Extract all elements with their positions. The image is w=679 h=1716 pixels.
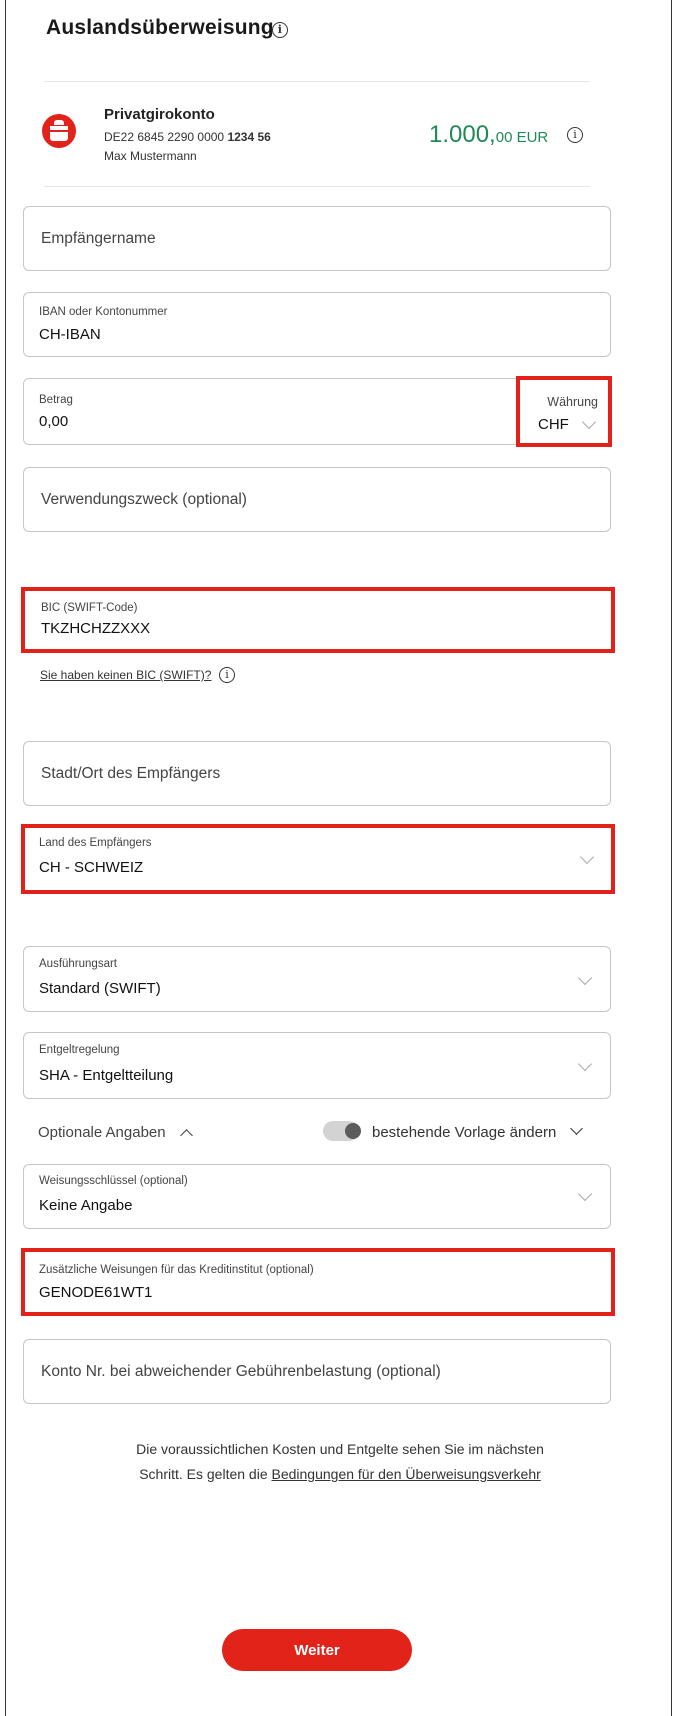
amount-value: 0,00 [39, 413, 69, 430]
iban-value: CH-IBAN [39, 326, 101, 343]
alt-fee-account-placeholder: Konto Nr. bei abweichender Gebührenbelas… [41, 1363, 441, 1380]
next-button[interactable]: Weiter [222, 1629, 412, 1671]
sparkasse-logo-icon [42, 114, 76, 148]
currency-select[interactable]: Währung CHF [518, 379, 612, 446]
city-placeholder: Stadt/Ort des Empfängers [41, 765, 221, 782]
page-title-text: Auslandsüberweisung [46, 16, 274, 39]
execution-label: Ausführungsart [39, 958, 117, 970]
bic-value: TKZHCHZZXXX [41, 620, 151, 637]
country-label: Land des Empfängers [39, 837, 152, 849]
currency-value: CHF [538, 416, 569, 433]
instruction-key-label: Weisungsschlüssel (optional) [39, 1175, 188, 1187]
fees-select[interactable]: Entgeltregelung SHA - Entgeltteilung [23, 1032, 611, 1099]
costs-note: Die voraussichtlichen Kosten und Entgelt… [136, 1441, 544, 1482]
bic-label: BIC (SWIFT-Code) [41, 602, 138, 614]
fees-label: Entgeltregelung [39, 1044, 120, 1056]
amount-label: Betrag [39, 394, 73, 406]
template-toggle-label: bestehende Vorlage ändern [372, 1124, 557, 1141]
account-holder: Max Mustermann [104, 149, 197, 163]
toggle-knob [345, 1123, 361, 1139]
chevron-down-icon [577, 970, 593, 986]
account-name: Privatgirokonto [104, 106, 215, 123]
chevron-down-icon [579, 849, 595, 865]
chevron-down-icon [581, 414, 597, 430]
instruction-key-value: Keine Angabe [39, 1197, 133, 1214]
additional-instructions-input[interactable]: Zusätzliche Weisungen für das Kreditinst… [23, 1250, 611, 1314]
iban-label: IBAN oder Kontonummer [39, 306, 168, 318]
city-input[interactable]: Stadt/Ort des Empfängers [23, 741, 611, 806]
bic-info-icon[interactable]: i [219, 667, 235, 683]
chevron-down-icon [577, 1186, 593, 1202]
template-toggle-switch[interactable] [323, 1121, 361, 1141]
iban-input[interactable]: IBAN oder Kontonummer CH-IBAN [23, 292, 611, 357]
execution-select[interactable]: Ausführungsart Standard (SWIFT) [23, 946, 611, 1012]
alt-fee-account-input[interactable]: Konto Nr. bei abweichender Gebührenbelas… [23, 1339, 611, 1404]
divider [44, 81, 590, 82]
account-balance: 1.000,00 EUR [429, 121, 549, 148]
no-bic-link[interactable]: Sie haben keinen BIC (SWIFT)? [40, 668, 211, 682]
bic-input[interactable]: BIC (SWIFT-Code) TKZHCHZZXXX [23, 589, 611, 651]
purpose-placeholder: Verwendungszweck (optional) [41, 491, 247, 508]
recipient-name-placeholder: Empfängername [41, 230, 156, 247]
chevron-down-icon [577, 1056, 593, 1072]
fees-value: SHA - Entgeltteilung [39, 1067, 174, 1084]
country-value: CH - SCHWEIZ [39, 859, 144, 876]
currency-label: Währung [547, 395, 598, 409]
execution-value: Standard (SWIFT) [39, 980, 161, 997]
page-title: Auslandsüberweisung i [46, 16, 288, 40]
recipient-name-input[interactable]: Empfängername [23, 206, 611, 271]
balance-info-icon[interactable]: i [567, 127, 583, 143]
country-select[interactable]: Land des Empfängers CH - SCHWEIZ [23, 826, 611, 892]
purpose-input[interactable]: Verwendungszweck (optional) [23, 467, 611, 532]
divider [44, 186, 590, 187]
transfer-terms-link[interactable]: Bedingungen für den Überweisungsverkehr [272, 1466, 541, 1482]
info-icon[interactable]: i [272, 22, 288, 38]
additional-instructions-value: GENODE61WT1 [39, 1284, 153, 1301]
additional-instructions-label: Zusätzliche Weisungen für das Kreditinst… [39, 1264, 314, 1276]
amount-input[interactable]: Betrag 0,00 Währung CHF [23, 378, 611, 445]
account-iban: DE22 6845 2290 0000 1234 56 [104, 130, 271, 144]
optional-fields-toggle[interactable]: Optionale Angaben [38, 1124, 166, 1141]
instruction-key-select[interactable]: Weisungsschlüssel (optional) Keine Angab… [23, 1164, 611, 1229]
